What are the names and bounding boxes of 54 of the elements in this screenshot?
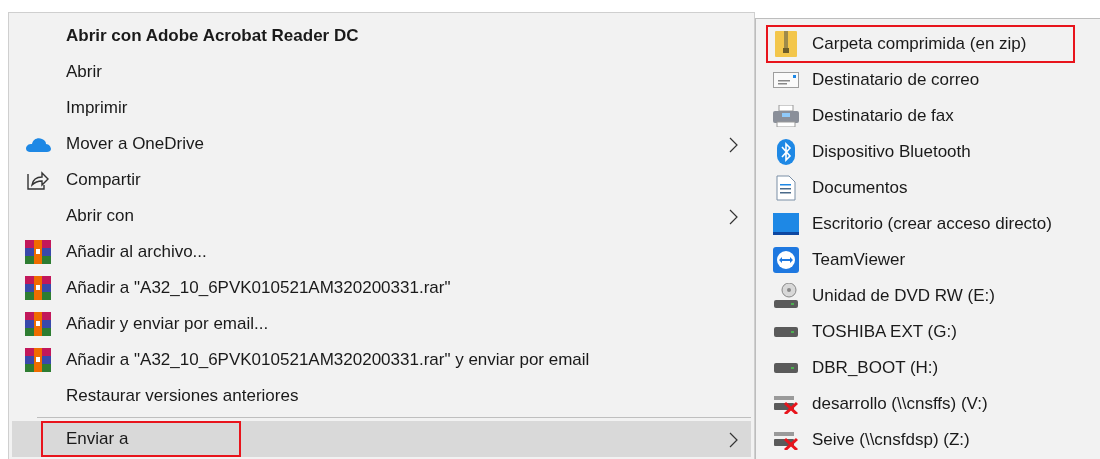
bluetooth-icon <box>777 139 795 165</box>
submenu-item[interactable]: desarrollo (\\cnsffs) (V:) <box>812 394 988 414</box>
menu-item-label: Abrir con <box>66 206 135 226</box>
menu-item-label: Añadir y enviar por email... <box>66 314 269 334</box>
menu-item[interactable]: Abrir <box>12 54 751 90</box>
menu-item[interactable]: Enviar a <box>12 421 751 457</box>
menu-item-label: Añadir a "A32_10_6PVK010521AM320200331.rar" y enviar por email <box>66 350 590 370</box>
document-icon <box>776 175 796 201</box>
menu-item-label: Abrir <box>66 62 102 82</box>
submenu-item[interactable]: Destinatario de fax <box>812 106 954 126</box>
submenu-item[interactable]: Dispositivo Bluetooth <box>812 142 971 162</box>
envelope-icon <box>773 72 799 88</box>
menu-item[interactable]: Imprimir <box>12 90 751 126</box>
submenu-item[interactable]: TeamViewer <box>812 250 906 270</box>
drive-icon <box>774 363 798 373</box>
menu-item[interactable]: Mover a OneDrive <box>12 126 751 162</box>
submenu-item[interactable]: Destinatario de correo <box>812 70 980 90</box>
archive-icon <box>25 348 51 372</box>
menu-item[interactable]: Añadir y enviar por email... <box>12 306 751 342</box>
menu-item[interactable]: Abrir con <box>12 198 751 234</box>
disconnected-drive-icon <box>774 394 798 414</box>
drive-icon <box>774 327 798 337</box>
disconnected-drive-icon <box>774 430 798 450</box>
archive-icon <box>25 312 51 336</box>
submenu-item[interactable]: DBR_BOOT (H:) <box>812 358 939 378</box>
zipped-folder-icon <box>775 31 797 57</box>
submenu-item[interactable]: TOSHIBA EXT (G:) <box>812 322 957 342</box>
menu-item-label: Imprimir <box>66 98 128 118</box>
share-icon <box>27 170 49 190</box>
dvd-drive-icon <box>774 283 798 309</box>
menu-item-label: Añadir al archivo... <box>66 242 207 262</box>
submenu-item[interactable]: Unidad de DVD RW (E:) <box>812 286 995 306</box>
submenu-item[interactable]: Seive (\\cnsfdsp) (Z:) <box>812 430 970 450</box>
menu-item-label: Abrir con Adobe Acrobat Reader DC <box>66 26 359 46</box>
submenu-item[interactable]: Documentos <box>812 178 908 198</box>
menu-item-label: Enviar a <box>66 429 129 449</box>
menu-item[interactable]: Añadir al archivo... <box>12 234 751 270</box>
archive-icon <box>25 276 51 300</box>
submenu-item[interactable]: Carpeta comprimida (en zip) <box>812 34 1027 54</box>
teamviewer-icon <box>773 247 799 273</box>
submenu-item[interactable]: Escritorio (crear acceso directo) <box>812 214 1052 234</box>
menu-item-label: Mover a OneDrive <box>66 134 204 154</box>
cloud-icon <box>25 136 51 152</box>
menu-item[interactable]: Compartir <box>12 162 751 198</box>
menu-item-label: Compartir <box>66 170 141 190</box>
menu-item-label: Añadir a "A32_10_6PVK010521AM320200331.rar" <box>66 278 451 298</box>
menu-item[interactable]: Añadir a "A32_10_6PVK010521AM320200331.rar" <box>12 270 751 306</box>
desktop-icon <box>773 213 799 235</box>
menu-item[interactable]: Añadir a "A32_10_6PVK010521AM320200331.rar" y enviar por email <box>12 342 751 378</box>
menu-item[interactable]: Restaurar versiones anteriores <box>12 378 751 414</box>
menu-item-label: Restaurar versiones anteriores <box>66 386 299 406</box>
archive-icon <box>25 240 51 264</box>
menu-item[interactable]: Abrir con Adobe Acrobat Reader DC <box>12 18 751 54</box>
fax-machine-icon <box>773 105 799 127</box>
